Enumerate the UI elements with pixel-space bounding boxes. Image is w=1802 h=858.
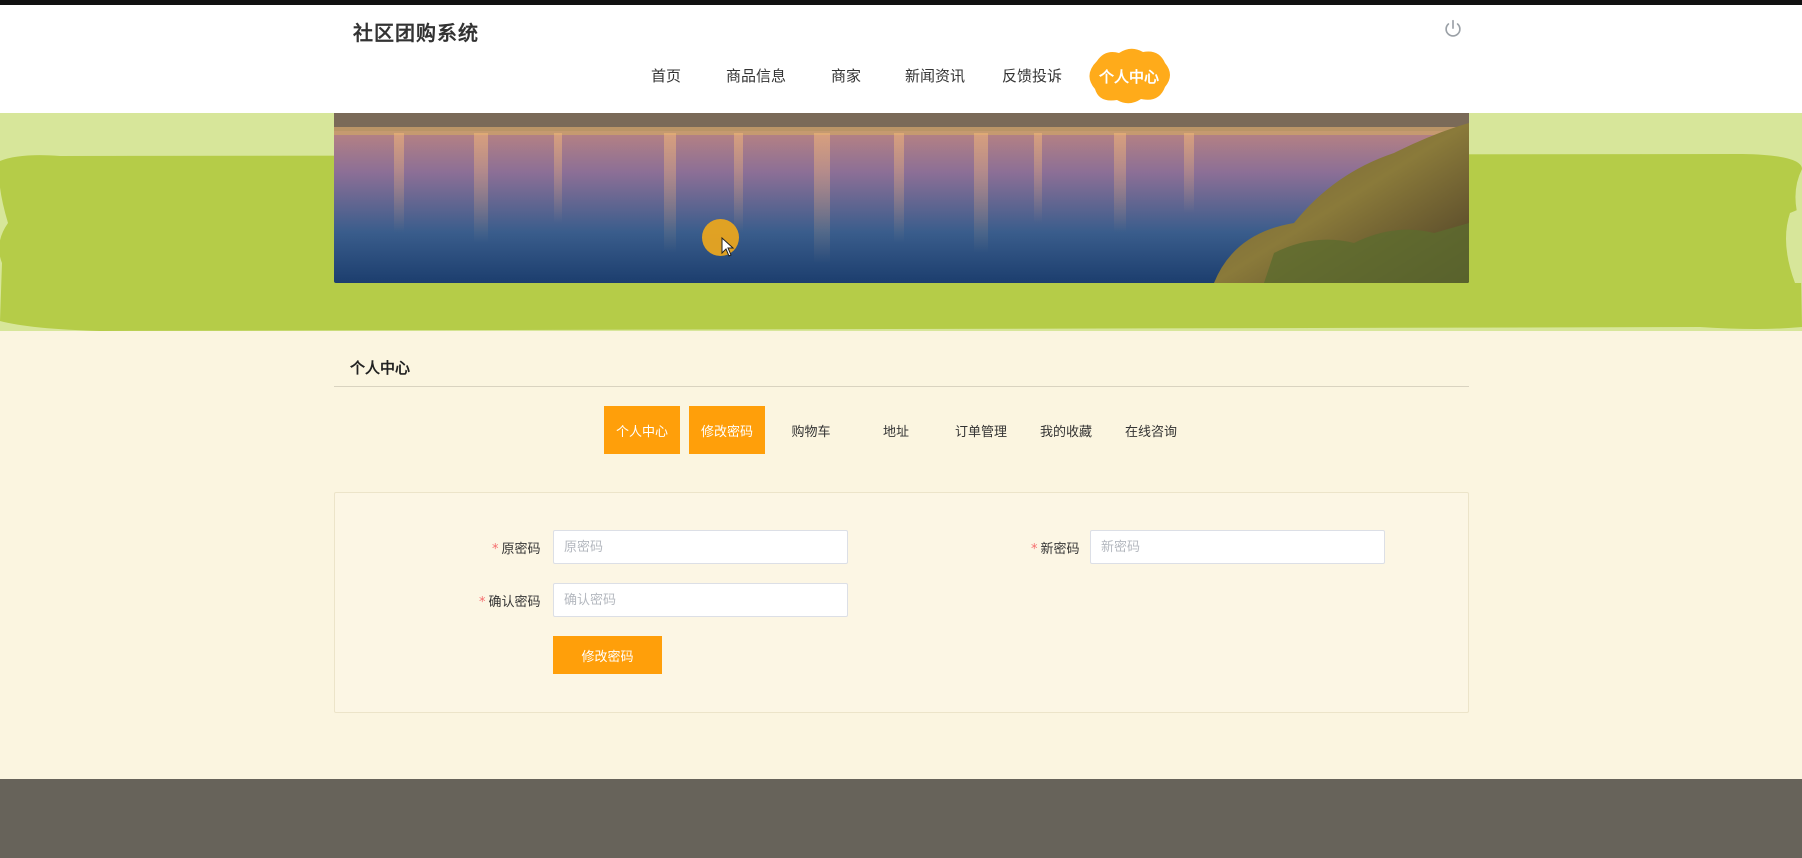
nav-item-profile[interactable]: 个人中心 bbox=[1087, 47, 1171, 105]
confirm-password-label: * 确认密码 bbox=[479, 591, 541, 610]
tab-favorites[interactable]: 我的收藏 bbox=[1028, 406, 1104, 454]
tab-online-consult[interactable]: 在线咨询 bbox=[1113, 406, 1189, 454]
confirm-password-input[interactable] bbox=[553, 583, 848, 617]
header: 社区团购系统 首页 商品信息 商家 新闻资讯 反馈投诉 个人中心 bbox=[0, 5, 1802, 113]
nav-item-feedback[interactable]: 反馈投诉 bbox=[1002, 65, 1062, 86]
tab-cart[interactable]: 购物车 bbox=[773, 406, 849, 454]
confirm-password-label-text: 确认密码 bbox=[488, 595, 541, 610]
nav-item-home[interactable]: 首页 bbox=[651, 65, 681, 86]
section-divider bbox=[334, 386, 1469, 387]
site-title: 社区团购系统 bbox=[353, 21, 479, 45]
tab-change-password[interactable]: 修改密码 bbox=[689, 406, 765, 454]
old-password-label: * 原密码 bbox=[492, 538, 541, 557]
banner-photo bbox=[334, 113, 1469, 283]
change-password-button[interactable]: 修改密码 bbox=[553, 636, 662, 674]
banner-image bbox=[334, 113, 1469, 283]
page: 社区团购系统 首页 商品信息 商家 新闻资讯 反馈投诉 个人中心 个人中心 个人… bbox=[0, 0, 1802, 858]
nav-item-profile-label: 个人中心 bbox=[1098, 67, 1159, 86]
required-mark: * bbox=[1031, 542, 1038, 557]
tab-orders[interactable]: 订单管理 bbox=[943, 406, 1019, 454]
old-password-input[interactable] bbox=[553, 530, 848, 564]
tab-address[interactable]: 地址 bbox=[858, 406, 934, 454]
main-nav: 首页 商品信息 商家 新闻资讯 反馈投诉 个人中心 bbox=[0, 45, 1802, 115]
new-password-label: * 新密码 bbox=[1031, 538, 1080, 557]
new-password-label-text: 新密码 bbox=[1040, 542, 1080, 557]
power-icon[interactable] bbox=[1442, 18, 1464, 40]
tab-profile[interactable]: 个人中心 bbox=[604, 406, 680, 454]
footer bbox=[0, 779, 1802, 858]
section-title: 个人中心 bbox=[350, 359, 411, 377]
required-mark: * bbox=[492, 542, 499, 557]
required-mark: * bbox=[479, 595, 486, 610]
mouse-cursor-icon bbox=[721, 237, 735, 257]
nav-item-products[interactable]: 商品信息 bbox=[726, 65, 786, 86]
new-password-input[interactable] bbox=[1090, 530, 1385, 564]
nav-item-merchants[interactable]: 商家 bbox=[831, 65, 861, 86]
old-password-label-text: 原密码 bbox=[501, 542, 541, 557]
nav-item-news[interactable]: 新闻资讯 bbox=[905, 65, 965, 86]
